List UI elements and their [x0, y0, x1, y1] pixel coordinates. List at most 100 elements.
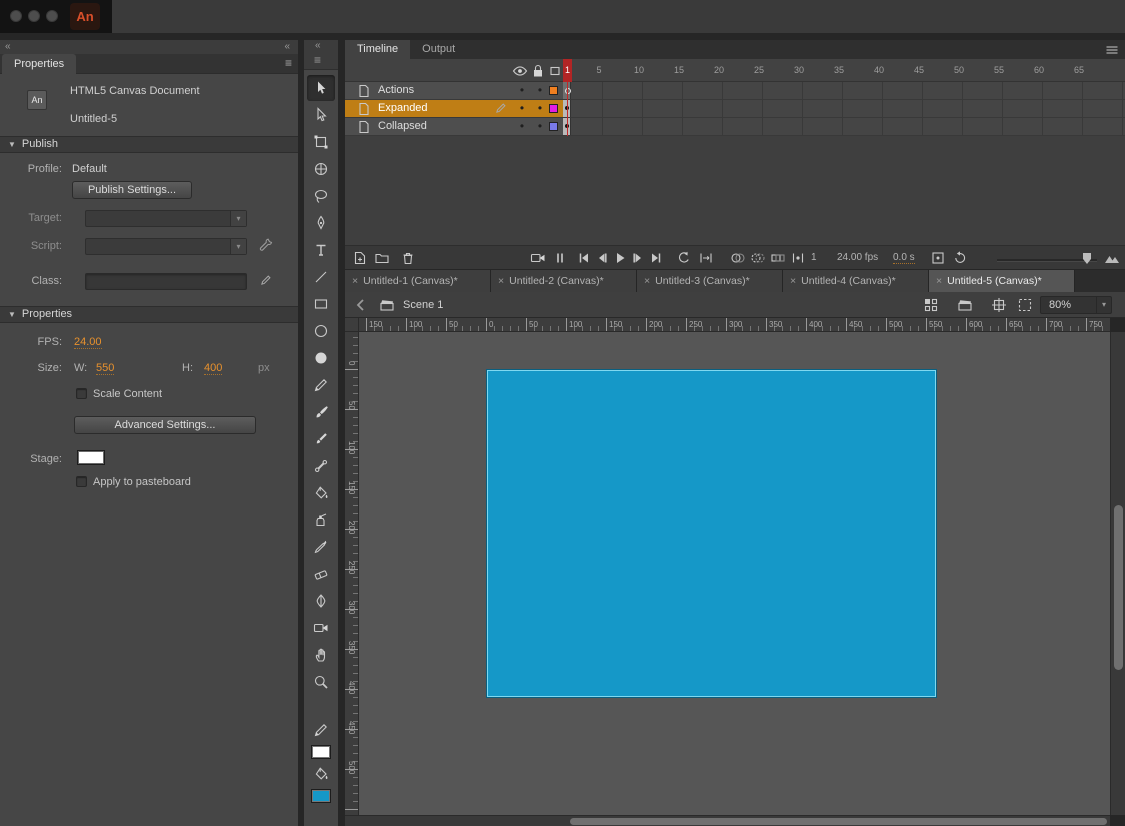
document-tab[interactable]: ×Untitled-1 (Canvas)*: [345, 270, 491, 292]
stage-canvas[interactable]: [487, 370, 936, 697]
collapse-panel-right-icon[interactable]: «: [284, 40, 290, 53]
frame-rate-indicator[interactable]: 24.00 fps: [837, 252, 878, 263]
layer-name-area[interactable]: Collapsed••: [345, 118, 563, 135]
stage-color-swatch[interactable]: [77, 450, 105, 465]
timeline-zoom-slider-track[interactable]: [997, 259, 1097, 261]
center-frame-button[interactable]: [929, 249, 947, 267]
step-back-button[interactable]: [593, 249, 611, 267]
vertical-scrollbar[interactable]: [1110, 332, 1125, 815]
layer-name-area[interactable]: Actions••: [345, 82, 563, 99]
go-to-first-frame-button[interactable]: [575, 249, 593, 267]
paint-brush-tool[interactable]: [307, 399, 335, 425]
class-input[interactable]: [85, 273, 247, 290]
layer-outline-color-swatch[interactable]: [549, 122, 558, 131]
gradient-transform-tool[interactable]: [307, 156, 335, 182]
fps-value[interactable]: 24.00: [74, 336, 102, 349]
timeline-layer-expanded[interactable]: Expanded••: [345, 100, 1125, 118]
vertical-scrollbar-thumb[interactable]: [1114, 505, 1123, 670]
onion-skin-outlines-button[interactable]: [749, 249, 767, 267]
oval-primitive-tool[interactable]: [307, 345, 335, 371]
zoom-tool[interactable]: [307, 669, 335, 695]
playhead-marker[interactable]: 1: [563, 59, 572, 82]
eyedropper-tool[interactable]: [307, 534, 335, 560]
panel-menu-icon[interactable]: ≡: [285, 56, 292, 70]
close-tab-icon[interactable]: ×: [498, 275, 504, 287]
document-tab[interactable]: ×Untitled-2 (Canvas)*: [491, 270, 637, 292]
dropdown-arrow-icon[interactable]: ▾: [230, 239, 246, 254]
rectangle-tool[interactable]: [307, 291, 335, 317]
center-stage-button[interactable]: [991, 297, 1009, 315]
minimize-window-button[interactable]: [28, 10, 40, 22]
eraser-tool[interactable]: [307, 561, 335, 587]
horizontal-scrollbar[interactable]: [345, 815, 1110, 826]
timeline-empty-area[interactable]: [345, 136, 1125, 245]
pasteboard[interactable]: [359, 332, 1110, 815]
bone-tool[interactable]: [307, 453, 335, 479]
layer-lock-dot[interactable]: •: [533, 83, 547, 97]
frame-numbers[interactable]: 5101520253035404550556065: [345, 59, 1125, 81]
advanced-settings-button[interactable]: Advanced Settings...: [74, 416, 256, 434]
close-tab-icon[interactable]: ×: [790, 275, 796, 287]
tab-output[interactable]: Output: [410, 40, 467, 59]
loop-playback-button[interactable]: [675, 249, 693, 267]
elapsed-time-indicator[interactable]: 0.0 s: [893, 252, 915, 264]
close-tab-icon[interactable]: ×: [644, 275, 650, 287]
go-to-last-frame-button[interactable]: [647, 249, 665, 267]
document-tab[interactable]: ×Untitled-4 (Canvas)*: [783, 270, 929, 292]
collapse-tools-icon[interactable]: «: [315, 40, 321, 51]
paint-bucket-tool[interactable]: [307, 480, 335, 506]
collapse-panel-left-icon[interactable]: «: [5, 40, 11, 53]
width-tool[interactable]: [307, 588, 335, 614]
timeline-zoom-large-icon[interactable]: [1103, 249, 1121, 267]
camera-tool[interactable]: [307, 615, 335, 641]
document-tab[interactable]: ×Untitled-5 (Canvas)*: [929, 270, 1075, 292]
loop-range-button[interactable]: [697, 249, 715, 267]
edit-symbols-button[interactable]: [923, 297, 941, 315]
publish-section-header[interactable]: ▼Publish: [0, 136, 298, 153]
free-transform-tool[interactable]: [307, 129, 335, 155]
zoom-dropdown-arrow-icon[interactable]: ▾: [1096, 297, 1111, 313]
layer-frame-strip[interactable]: [563, 118, 1125, 135]
close-window-button[interactable]: [10, 10, 22, 22]
script-settings-wrench-icon[interactable]: [258, 238, 274, 257]
zoom-level-select[interactable]: 80% ▾: [1040, 296, 1112, 314]
apply-to-pasteboard-checkbox[interactable]: [76, 476, 87, 487]
reset-timeline-zoom-button[interactable]: [951, 249, 969, 267]
clip-content-button[interactable]: [1017, 297, 1035, 315]
layer-name-area[interactable]: Expanded••: [345, 100, 563, 117]
timeline-layer-collapsed[interactable]: Collapsed••: [345, 118, 1125, 136]
layer-frame-strip[interactable]: [563, 82, 1125, 99]
layer-visibility-dot[interactable]: •: [515, 101, 529, 115]
publish-settings-button[interactable]: Publish Settings...: [72, 181, 192, 199]
layer-lock-dot[interactable]: •: [533, 119, 547, 133]
subselection-tool[interactable]: [307, 102, 335, 128]
scale-content-checkbox[interactable]: [76, 388, 87, 399]
selection-tool[interactable]: [307, 75, 335, 101]
layer-visibility-dot[interactable]: •: [515, 119, 529, 133]
height-value[interactable]: 400: [204, 362, 222, 375]
ink-bottle-tool[interactable]: [307, 507, 335, 533]
layer-lock-dot[interactable]: •: [533, 101, 547, 115]
add-camera-button[interactable]: [529, 249, 547, 267]
edit-class-pencil-icon[interactable]: [260, 274, 272, 289]
play-button[interactable]: [611, 249, 629, 267]
properties-section-header[interactable]: ▼Properties: [0, 306, 298, 323]
horizontal-scrollbar-thumb[interactable]: [570, 818, 1107, 825]
pencil-tool[interactable]: [307, 372, 335, 398]
width-value[interactable]: 550: [96, 362, 114, 375]
close-tab-icon[interactable]: ×: [936, 275, 942, 287]
tools-menu-icon[interactable]: ≡: [314, 53, 321, 67]
text-tool[interactable]: [307, 237, 335, 263]
timeline-zoom-slider-thumb[interactable]: [1083, 253, 1091, 264]
back-button[interactable]: [353, 297, 371, 315]
layer-frame-strip[interactable]: [563, 100, 1125, 117]
pen-tool[interactable]: [307, 210, 335, 236]
stroke-color-swatch[interactable]: [311, 745, 331, 759]
layer-outline-color-swatch[interactable]: [549, 104, 558, 113]
dropdown-arrow-icon[interactable]: ▾: [230, 211, 246, 226]
hand-tool[interactable]: [307, 642, 335, 668]
lasso-tool[interactable]: [307, 183, 335, 209]
target-select[interactable]: ▾: [85, 210, 247, 227]
layer-outline-color-swatch[interactable]: [549, 86, 558, 95]
tab-properties[interactable]: Properties: [2, 54, 76, 74]
